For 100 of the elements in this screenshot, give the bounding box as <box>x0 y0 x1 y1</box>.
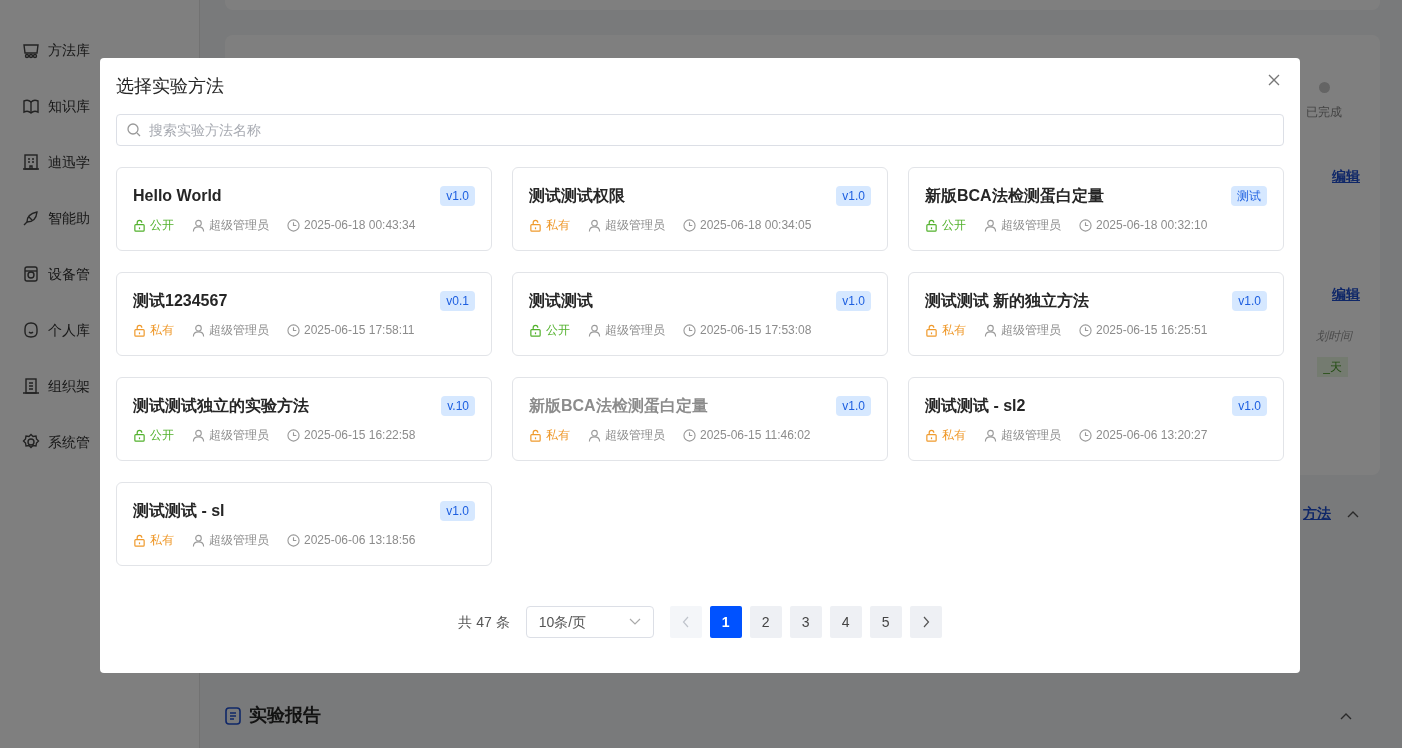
timestamp: 2025-06-18 00:34:05 <box>700 217 812 234</box>
method-name: 测试测试 - sl <box>133 501 225 521</box>
total-count: 共 47 条 <box>458 612 510 632</box>
book-icon <box>22 97 40 115</box>
owner-name: 超级管理员 <box>1001 322 1061 339</box>
chevron-left-icon <box>681 616 690 628</box>
method-card[interactable]: 新版BCA法检测蛋白定量 测试 公开 超级管理员 2025-06-18 00:32:10 <box>908 167 1284 251</box>
method-card[interactable]: 测试测试权限 v1.0 私有 超级管理员 2025-06-18 00:34:05 <box>512 167 888 251</box>
timestamp: 2025-06-15 11:46:02 <box>700 427 811 444</box>
sidebar-item[interactable]: 方法库 <box>0 22 199 78</box>
chevron-up-icon[interactable] <box>1347 509 1359 518</box>
gear-icon <box>22 433 40 451</box>
close-button[interactable] <box>1266 72 1282 88</box>
version-tag: v1.0 <box>836 291 871 311</box>
visibility-label: 私有 <box>942 427 966 444</box>
owner-name: 超级管理员 <box>1001 217 1061 234</box>
timestamp: 2025-06-15 17:53:08 <box>700 322 812 339</box>
clock-icon <box>1079 428 1092 442</box>
version-tag: v1.0 <box>836 186 871 206</box>
method-card[interactable]: Hello World v1.0 公开 超级管理员 2025-06-18 00:43:34 <box>116 167 492 251</box>
page-button[interactable]: 3 <box>789 606 822 638</box>
method-name: 新版BCA法检测蛋白定量 <box>529 396 708 416</box>
user-icon <box>192 533 205 547</box>
timestamp: 2025-06-18 00:32:10 <box>1096 217 1208 234</box>
version-tag: v1.0 <box>440 186 475 206</box>
cart-icon <box>22 41 40 59</box>
section-title: 实验报告 <box>249 704 321 727</box>
device-icon <box>22 265 40 283</box>
clock-icon <box>287 533 300 547</box>
version-tag: v0.1 <box>440 291 475 311</box>
edit-link[interactable]: 编辑 <box>1332 284 1360 305</box>
owner-name: 超级管理员 <box>209 322 269 339</box>
user-icon <box>588 428 601 442</box>
chevron-up-icon[interactable] <box>1340 711 1352 720</box>
version-tag: v.10 <box>441 396 475 416</box>
owner-name: 超级管理员 <box>605 217 665 234</box>
visibility-label: 公开 <box>150 217 174 234</box>
user-icon <box>984 428 997 442</box>
page-button[interactable]: 2 <box>749 606 782 638</box>
page-size-select[interactable]: 10条/页 <box>525 606 654 638</box>
page-button[interactable]: 4 <box>829 606 862 638</box>
method-name: 测试测试 新的独立方法 <box>925 291 1090 311</box>
timestamp: 2025-06-15 17:58:11 <box>304 322 415 339</box>
user-icon <box>588 218 601 232</box>
clock-icon <box>1079 218 1092 232</box>
visibility-label: 私有 <box>546 427 570 444</box>
timestamp: 2025-06-06 13:18:56 <box>304 532 416 549</box>
method-card[interactable]: 测试测试独立的实验方法 v.10 公开 超级管理员 2025-06-15 16:22:58 <box>116 377 492 461</box>
method-name: 测试测试 <box>529 291 593 311</box>
visibility-label: 公开 <box>150 427 174 444</box>
method-name: 测试测试独立的实验方法 <box>133 396 309 416</box>
user-icon <box>588 323 601 337</box>
method-name: Hello World <box>133 186 222 206</box>
building-icon <box>22 153 40 171</box>
timestamp: 2025-06-06 13:20:27 <box>1096 427 1208 444</box>
visibility-label: 公开 <box>546 322 570 339</box>
user-icon <box>984 218 997 232</box>
version-tag: 测试 <box>1231 186 1267 206</box>
edit-link[interactable]: 编辑 <box>1332 166 1360 187</box>
method-name: 测试测试 - sl2 <box>925 396 1026 416</box>
page-button[interactable]: 5 <box>869 606 902 638</box>
version-tag: v1.0 <box>1232 396 1267 416</box>
owner-name: 超级管理员 <box>209 532 269 549</box>
user-icon <box>984 323 997 337</box>
version-tag: v1.0 <box>836 396 871 416</box>
method-card[interactable]: 测试测试 新的独立方法 v1.0 私有 超级管理员 2025-06-15 16:25:51 <box>908 272 1284 356</box>
owner-name: 超级管理员 <box>209 217 269 234</box>
face-icon <box>22 321 40 339</box>
method-name: 新版BCA法检测蛋白定量 <box>925 186 1104 206</box>
visibility-label: 私有 <box>150 322 174 339</box>
owner-name: 超级管理员 <box>605 322 665 339</box>
clock-icon <box>287 428 300 442</box>
method-card[interactable]: 测试1234567 v0.1 私有 超级管理员 2025-06-15 17:58:11 <box>116 272 492 356</box>
chevron-down-icon <box>628 618 641 626</box>
user-icon <box>192 428 205 442</box>
version-tag: v1.0 <box>440 501 475 521</box>
search-field[interactable]: 搜索实验方法名称 <box>116 114 1284 146</box>
page-button[interactable]: 1 <box>709 606 742 638</box>
owner-name: 超级管理员 <box>209 427 269 444</box>
visibility-label: 私有 <box>150 532 174 549</box>
method-card[interactable]: 测试测试 - sl2 v1.0 私有 超级管理员 2025-06-06 13:20:27 <box>908 377 1284 461</box>
duration-tag: _天 <box>1317 357 1348 377</box>
timestamp: 2025-06-15 16:22:58 <box>304 427 416 444</box>
owner-name: 超级管理员 <box>605 427 665 444</box>
clock-icon <box>287 218 300 232</box>
method-name: 测试测试权限 <box>529 186 625 206</box>
clock-icon <box>1079 323 1092 337</box>
method-card[interactable]: 测试测试 v1.0 公开 超级管理员 2025-06-15 17:53:08 <box>512 272 888 356</box>
visibility-label: 私有 <box>942 322 966 339</box>
clock-icon <box>287 323 300 337</box>
chevron-right-icon <box>921 616 930 628</box>
dialog-title: 选择实验方法 <box>116 75 224 98</box>
document-icon <box>225 706 241 725</box>
clock-icon <box>683 218 696 232</box>
method-card[interactable]: 测试测试 - sl v1.0 私有 超级管理员 2025-06-06 13:18:56 <box>116 482 492 566</box>
status-dot <box>1318 82 1330 93</box>
user-icon <box>192 218 205 232</box>
clock-icon <box>683 428 696 442</box>
timestamp: 2025-06-18 00:43:34 <box>304 217 416 234</box>
owner-name: 超级管理员 <box>1001 427 1061 444</box>
